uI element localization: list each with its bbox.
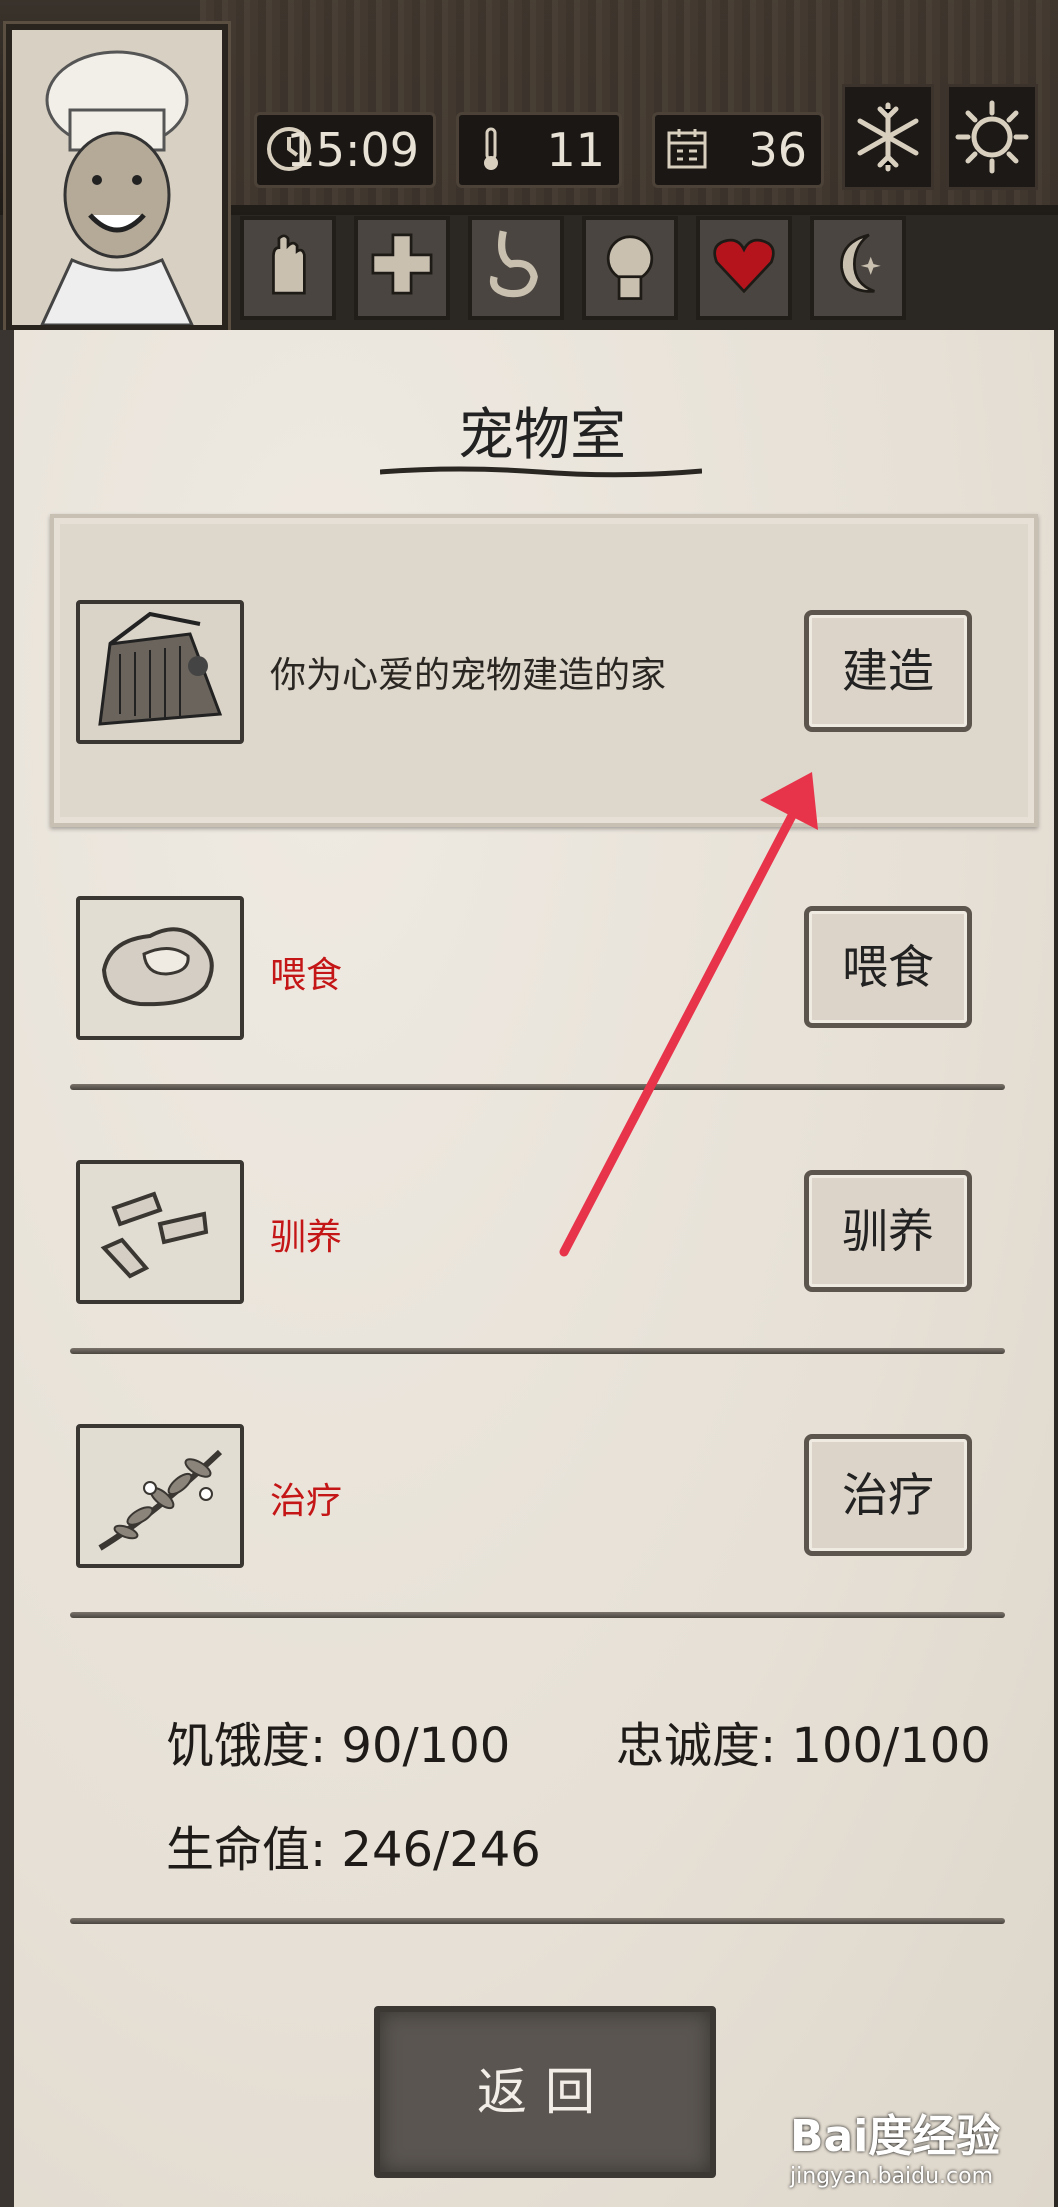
feed-button[interactable]: 喂食 [804,906,972,1028]
chef-portrait-icon [12,30,222,327]
tab-sleep[interactable] [810,216,906,320]
item-thumb-pethouse [76,600,244,744]
meat-icon [80,900,240,1036]
thermometer-icon [484,127,498,170]
title-underline [380,466,702,478]
page-title: 宠物室 [458,403,626,468]
watermark-brand: Bai度经验 [790,2111,1001,2162]
tab-mind[interactable] [582,216,678,320]
divider [70,1348,1005,1354]
herb-icon [80,1428,240,1564]
sun-icon [955,100,1029,174]
cross-icon [371,233,433,295]
tab-stomach[interactable] [468,216,564,320]
time-value: 15:09 [286,123,419,177]
tame-button[interactable]: 驯养 [804,1170,972,1292]
tab-health[interactable] [354,216,450,320]
back-button[interactable]: 返回 [374,2006,716,2178]
hand-icon [272,234,306,295]
heal-button[interactable]: 治疗 [804,1434,972,1556]
tab-mood[interactable] [696,216,792,320]
divider [70,1084,1005,1090]
head-icon [606,235,654,300]
watermark-url: jingyan.baidu.com [790,2164,994,2189]
build-button[interactable]: 建造 [804,610,972,732]
item-label-tame: 驯养 [270,1217,343,1258]
pet-house-icon [80,604,240,740]
weather-sun-button[interactable] [946,84,1038,190]
health-stat: 生命值: 246/246 [166,1822,541,1878]
divider [70,1918,1005,1924]
watermark: Bai度经验 jingyan.baidu.com [790,2100,1050,2200]
hunger-stat: 饥饿度: 90/100 [166,1718,511,1774]
loyalty-stat: 忠诚度: 100/100 [616,1718,991,1774]
temperature-display: 11 [456,112,622,188]
item-thumb-feed [76,896,244,1040]
character-portrait[interactable] [6,24,228,331]
heart-icon [713,238,775,294]
item-thumb-tame [76,1160,244,1304]
weather-snow-button[interactable] [842,84,934,190]
item-description: 你为心爱的宠物建造的家 [270,655,667,696]
moon-icon [840,233,881,293]
divider [70,1612,1005,1618]
item-thumb-heal [76,1424,244,1568]
tab-hand[interactable] [240,216,336,320]
snowflake-icon [857,102,919,172]
temperature-value: 11 [546,123,605,177]
item-label-heal: 治疗 [270,1481,343,1522]
item-label-feed: 喂食 [270,955,343,996]
meat-strips-icon [80,1164,240,1300]
stomach-icon [489,230,538,298]
calendar-icon [667,129,707,169]
day-value: 36 [748,123,807,177]
day-display: 36 [652,112,824,188]
time-display: 15:09 [254,112,436,188]
